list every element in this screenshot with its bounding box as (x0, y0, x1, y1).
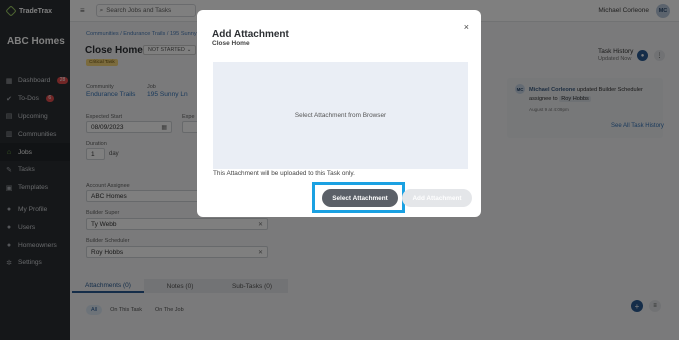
upload-note: This Attachment will be uploaded to this… (213, 170, 355, 177)
dropzone-label: Select Attachment from Browser (294, 112, 387, 119)
close-icon[interactable]: × (464, 22, 469, 32)
select-attachment-button[interactable]: Select Attachment (322, 189, 398, 207)
modal-title: Add Attachment (212, 29, 289, 40)
modal-subtitle: Close Home (212, 40, 250, 47)
add-attachment-button[interactable]: Add Attachment (402, 189, 472, 207)
add-attachment-modal: Add Attachment Close Home × Select Attac… (197, 10, 481, 217)
attachment-dropzone[interactable]: Select Attachment from Browser (213, 62, 468, 169)
